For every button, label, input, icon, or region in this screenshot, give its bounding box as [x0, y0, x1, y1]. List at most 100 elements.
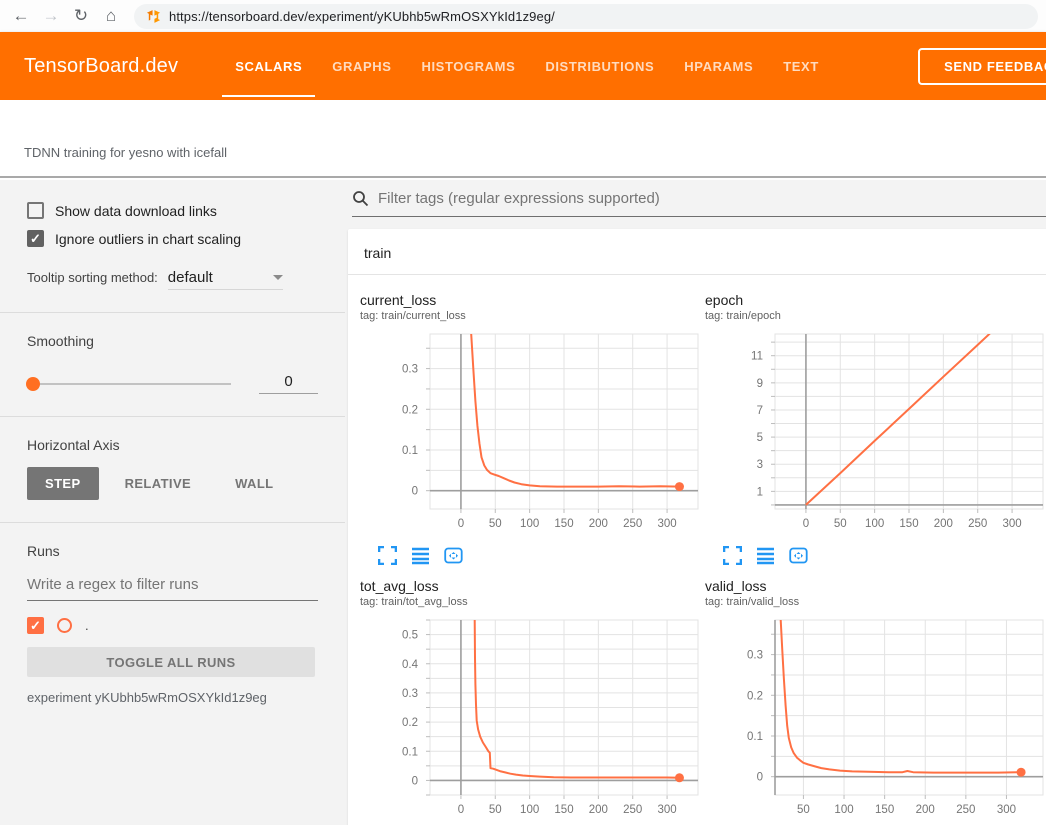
runs-label: Runs	[27, 543, 318, 559]
chart-title: valid_loss	[705, 577, 1046, 595]
svg-text:0.2: 0.2	[747, 690, 763, 702]
show-download-links-row[interactable]: Show data download links	[27, 202, 318, 219]
show-download-links-label: Show data download links	[55, 203, 217, 219]
runs-filter-placeholder: Write a regex to filter runs	[27, 576, 198, 593]
app-header: TensorBoard.dev SCALARS GRAPHS HISTOGRAM…	[0, 32, 1046, 100]
show-download-links-checkbox[interactable]	[27, 202, 44, 219]
svg-text:0: 0	[412, 775, 418, 787]
line-chart[interactable]: 05010015020025030000.10.20.3	[360, 326, 700, 539]
reload-icon[interactable]: ↻	[68, 3, 94, 29]
run-row[interactable]: ✓ .	[27, 617, 318, 634]
chart-tot-avg-loss: tot_avg_loss tag: train/tot_avg_loss 050…	[360, 577, 705, 825]
line-chart[interactable]: 0501001502002503001357911	[705, 326, 1045, 539]
back-icon[interactable]: ←	[8, 3, 34, 29]
horizontal-axis-label: Horizontal Axis	[27, 437, 318, 453]
home-icon[interactable]: ⌂	[98, 3, 124, 29]
smoothing-slider-thumb[interactable]	[26, 377, 40, 391]
tab-graphs[interactable]: GRAPHS	[317, 32, 406, 100]
svg-text:0: 0	[757, 772, 763, 784]
svg-text:0.1: 0.1	[402, 445, 418, 457]
send-feedback-button[interactable]: SEND FEEDBACK	[918, 48, 1046, 85]
nav-tabs: SCALARS GRAPHS HISTOGRAMS DISTRIBUTIONS …	[220, 32, 834, 100]
divider	[0, 312, 345, 313]
svg-text:150: 150	[875, 804, 894, 816]
svg-text:100: 100	[520, 804, 539, 816]
app-logo: TensorBoard.dev	[24, 55, 178, 78]
svg-text:0.3: 0.3	[402, 364, 418, 376]
chart-tag: tag: train/valid_loss	[705, 595, 1046, 609]
runs-list-icon[interactable]	[411, 546, 430, 565]
divider	[0, 416, 345, 417]
svg-text:7: 7	[757, 405, 763, 417]
chart-tag: tag: train/current_loss	[360, 309, 705, 323]
chart-valid-loss: valid_loss tag: train/valid_loss 5010015…	[705, 577, 1046, 825]
svg-text:0.3: 0.3	[747, 650, 763, 662]
svg-text:0: 0	[803, 518, 809, 530]
svg-text:250: 250	[623, 518, 642, 530]
runs-filter-input[interactable]: Write a regex to filter runs	[27, 576, 318, 601]
tab-distributions[interactable]: DISTRIBUTIONS	[530, 32, 669, 100]
url-text: https://tensorboard.dev/experiment/yKUbh…	[169, 9, 555, 24]
svg-text:100: 100	[520, 518, 539, 530]
fullscreen-icon[interactable]	[723, 546, 742, 565]
svg-text:150: 150	[554, 804, 573, 816]
svg-text:11: 11	[751, 351, 763, 363]
svg-text:1: 1	[757, 486, 763, 498]
svg-text:5: 5	[757, 432, 763, 444]
wall-button[interactable]: WALL	[217, 467, 291, 500]
url-bar[interactable]: https://tensorboard.dev/experiment/yKUbh…	[134, 4, 1038, 29]
chart-current-loss: current_loss tag: train/current_loss 050…	[360, 291, 705, 565]
svg-text:300: 300	[657, 518, 676, 530]
main-pane: Filter tags (regular expressions support…	[345, 180, 1046, 825]
fit-data-icon[interactable]	[444, 546, 463, 565]
chart-toolbar	[378, 546, 705, 565]
step-button[interactable]: STEP	[27, 467, 99, 500]
toggle-all-runs-button[interactable]: TOGGLE ALL RUNS	[27, 647, 315, 677]
svg-text:3: 3	[757, 459, 763, 471]
smoothing-value[interactable]: 0	[259, 373, 318, 394]
horizontal-axis-buttons: STEP RELATIVE WALL	[27, 467, 318, 500]
svg-text:0.1: 0.1	[402, 746, 418, 758]
svg-text:200: 200	[589, 804, 608, 816]
tooltip-sorting-select[interactable]: default	[168, 269, 283, 290]
ignore-outliers-checkbox[interactable]: ✓	[27, 230, 44, 247]
settings-sidebar: Show data download links ✓ Ignore outlie…	[0, 180, 345, 825]
svg-text:200: 200	[589, 518, 608, 530]
experiment-title-band: TDNN training for yesno with icefall	[0, 100, 1046, 178]
smoothing-slider[interactable]	[27, 383, 231, 385]
svg-text:150: 150	[899, 518, 918, 530]
smoothing-label: Smoothing	[27, 333, 318, 349]
tab-hparams[interactable]: HPARAMS	[669, 32, 768, 100]
svg-text:300: 300	[657, 804, 676, 816]
svg-text:100: 100	[865, 518, 884, 530]
svg-text:0.4: 0.4	[402, 659, 419, 671]
svg-text:50: 50	[489, 518, 502, 530]
tensorboard-favicon	[146, 9, 161, 24]
tab-text[interactable]: TEXT	[768, 32, 834, 100]
tooltip-sorting-value: default	[168, 269, 213, 286]
svg-text:9: 9	[757, 378, 763, 390]
section-title[interactable]: train	[348, 229, 1046, 275]
svg-text:250: 250	[623, 804, 642, 816]
fit-data-icon[interactable]	[789, 546, 808, 565]
relative-button[interactable]: RELATIVE	[107, 467, 210, 500]
svg-text:200: 200	[916, 804, 935, 816]
charts-grid: current_loss tag: train/current_loss 050…	[348, 275, 1046, 825]
runs-list-icon[interactable]	[756, 546, 775, 565]
ignore-outliers-row[interactable]: ✓ Ignore outliers in chart scaling	[27, 230, 318, 247]
tab-histograms[interactable]: HISTOGRAMS	[406, 32, 530, 100]
svg-text:0.1: 0.1	[747, 731, 763, 743]
svg-text:150: 150	[554, 518, 573, 530]
chart-toolbar	[723, 546, 1046, 565]
tab-scalars[interactable]: SCALARS	[220, 32, 317, 100]
chevron-down-icon	[273, 275, 283, 280]
run-checkbox[interactable]: ✓	[27, 617, 44, 634]
line-chart[interactable]: 5010015020025030000.10.20.3	[705, 612, 1045, 825]
smoothing-slider-row: 0	[27, 373, 318, 394]
chart-tag: tag: train/epoch	[705, 309, 1046, 323]
forward-icon[interactable]: →	[38, 3, 64, 29]
filter-tags-input[interactable]: Filter tags (regular expressions support…	[352, 188, 1046, 217]
fullscreen-icon[interactable]	[378, 546, 397, 565]
svg-text:100: 100	[834, 804, 853, 816]
line-chart[interactable]: 05010015020025030000.10.20.30.40.5	[360, 612, 700, 825]
